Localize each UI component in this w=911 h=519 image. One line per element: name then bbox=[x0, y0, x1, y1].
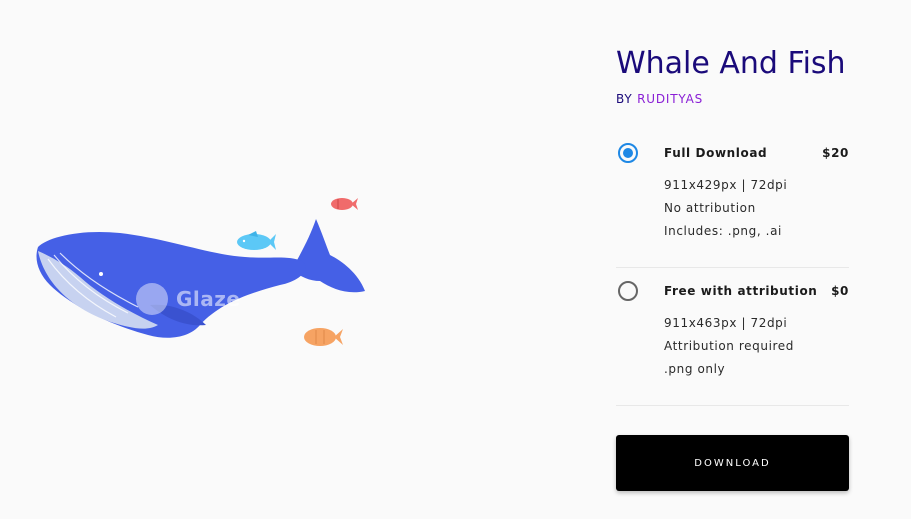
option-price: $20 bbox=[822, 146, 849, 160]
option-detail-line: 911x429px | 72dpi bbox=[664, 178, 788, 192]
option-detail-line: No attribution bbox=[664, 201, 756, 215]
radio-full-download[interactable] bbox=[618, 143, 638, 163]
fish-orange bbox=[304, 328, 343, 346]
option-detail-line: .png only bbox=[664, 362, 726, 376]
page-title: Whale And Fish bbox=[616, 46, 846, 81]
fish-cyan bbox=[237, 231, 276, 250]
whale-illustration bbox=[30, 185, 375, 355]
watermark-logo-icon bbox=[136, 283, 168, 315]
purchase-panel: Whale And Fish BY RUDITYAS Full Download… bbox=[616, 44, 849, 406]
license-option-free[interactable]: Free with attribution $0 911x463px | 72d… bbox=[616, 268, 849, 406]
fish-red bbox=[331, 198, 358, 210]
whale-eye bbox=[99, 272, 103, 276]
whale-tail bbox=[292, 219, 365, 293]
watermark: Glaze bbox=[136, 283, 240, 315]
option-name: Full Download bbox=[664, 146, 768, 160]
option-details: 911x429px | 72dpi No attribution Include… bbox=[664, 174, 787, 243]
option-detail-line: Attribution required bbox=[664, 339, 794, 353]
option-price: $0 bbox=[831, 284, 849, 298]
option-details: 911x463px | 72dpi Attribution required .… bbox=[664, 312, 794, 381]
option-name: Free with attribution bbox=[664, 284, 818, 298]
option-detail-line: 911x463px | 72dpi bbox=[664, 316, 788, 330]
download-button[interactable]: DOWNLOAD bbox=[616, 435, 849, 491]
byline-prefix: BY bbox=[616, 92, 633, 106]
radio-free-attribution[interactable] bbox=[618, 281, 638, 301]
license-option-full[interactable]: Full Download $20 911x429px | 72dpi No a… bbox=[616, 130, 849, 268]
watermark-text: Glaze bbox=[176, 287, 241, 311]
option-detail-line: Includes: .png, .ai bbox=[664, 224, 782, 238]
author-link[interactable]: RUDITYAS bbox=[637, 92, 703, 106]
page: Glaze Whale And Fish BY RUDITYAS Full Do… bbox=[0, 0, 911, 519]
byline: BY RUDITYAS bbox=[616, 92, 849, 106]
